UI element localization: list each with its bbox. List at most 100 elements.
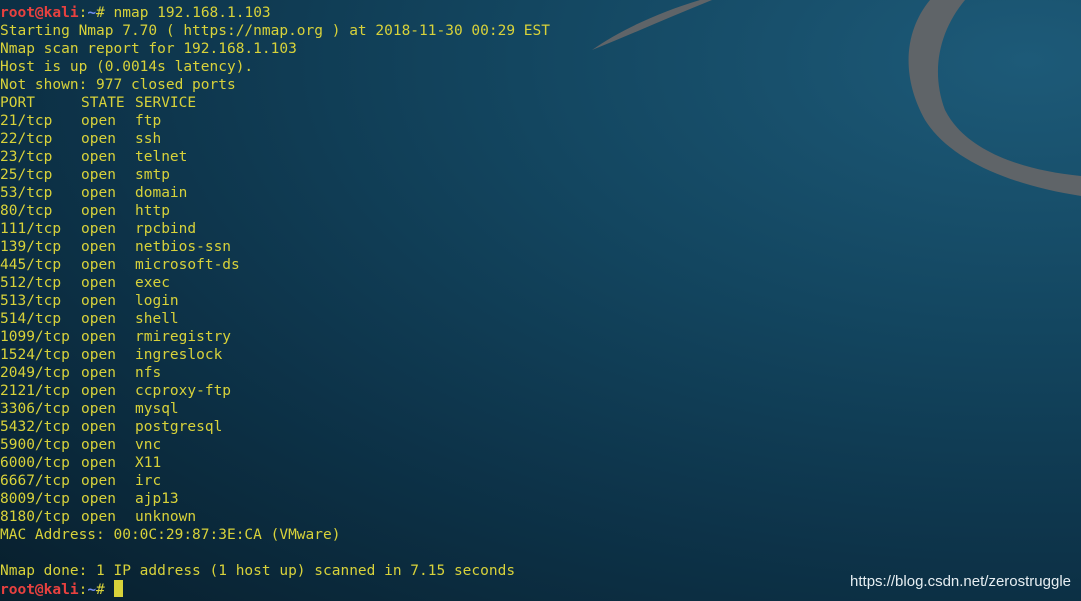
- state-cell: open: [81, 365, 116, 381]
- port-cell: 514/tcp: [0, 311, 62, 327]
- port-row: 512/tcp open exec: [0, 274, 1081, 292]
- port-cell: 6000/tcp: [0, 455, 70, 471]
- command-text: nmap 192.168.1.103: [113, 5, 271, 21]
- port-row: 2049/tcp open nfs: [0, 364, 1081, 382]
- service-cell: ftp: [135, 113, 162, 129]
- state-cell: open: [81, 419, 116, 435]
- port-row: 22/tcp open ssh: [0, 130, 1081, 148]
- state-cell: open: [81, 149, 116, 165]
- prompt-separator: :: [78, 5, 88, 21]
- port-cell: 8180/tcp: [0, 509, 70, 525]
- port-row: 139/tcp open netbios-ssn: [0, 238, 1081, 256]
- port-row: 6000/tcp open X11: [0, 454, 1081, 472]
- prompt-symbol: #: [96, 5, 114, 21]
- service-cell: telnet: [135, 149, 188, 165]
- port-cell: 23/tcp: [0, 149, 53, 165]
- service-cell: smtp: [135, 167, 170, 183]
- service-cell: postgresql: [135, 419, 223, 435]
- prompt-symbol: #: [96, 582, 114, 598]
- port-cell: 6667/tcp: [0, 473, 70, 489]
- port-table-header: PORT STATE SERVICE: [0, 94, 1081, 112]
- terminal-window[interactable]: root@kali:~# nmap 192.168.1.103 Starting…: [0, 4, 1081, 601]
- port-cell: 22/tcp: [0, 131, 53, 147]
- port-cell: 445/tcp: [0, 257, 62, 273]
- service-cell: ccproxy-ftp: [135, 383, 232, 399]
- state-cell: open: [81, 329, 116, 345]
- port-row: 513/tcp open login: [0, 292, 1081, 310]
- port-cell: 5432/tcp: [0, 419, 70, 435]
- prompt-user-host: root@kali: [0, 582, 79, 598]
- port-row: 514/tcp open shell: [0, 310, 1081, 328]
- port-table: 21/tcp open ftp 22/tcp open ssh 23/tcp open te…: [0, 112, 1081, 526]
- state-cell: open: [81, 275, 116, 291]
- port-cell: 139/tcp: [0, 239, 62, 255]
- watermark-url: https://blog.csdn.net/zerostruggle: [850, 573, 1071, 590]
- port-row: 1099/tcp open rmiregistry: [0, 328, 1081, 346]
- state-cell: open: [81, 311, 116, 327]
- port-row: 3306/tcp open mysql: [0, 400, 1081, 418]
- port-row: 25/tcp open smtp: [0, 166, 1081, 184]
- state-cell: open: [81, 509, 116, 525]
- output-line-start: Starting Nmap 7.70 ( https://nmap.org ) …: [0, 23, 550, 39]
- port-cell: 512/tcp: [0, 275, 62, 291]
- port-row: 23/tcp open telnet: [0, 148, 1081, 166]
- service-cell: ingreslock: [135, 347, 223, 363]
- command-line: root@kali:~# nmap 192.168.1.103: [0, 4, 1081, 22]
- state-cell: open: [81, 167, 116, 183]
- service-cell: ajp13: [135, 491, 179, 507]
- service-cell: vnc: [135, 437, 162, 453]
- output-line-host-up: Host is up (0.0014s latency).: [0, 59, 254, 75]
- service-cell: X11: [135, 455, 162, 471]
- port-row: 21/tcp open ftp: [0, 112, 1081, 130]
- prompt-user-host: root@kali: [0, 5, 79, 21]
- port-row: 53/tcp open domain: [0, 184, 1081, 202]
- service-cell: http: [135, 203, 170, 219]
- output-line-not-shown: Not shown: 977 closed ports: [0, 77, 236, 93]
- service-cell: irc: [135, 473, 162, 489]
- header-port: PORT: [0, 95, 35, 111]
- service-cell: mysql: [135, 401, 179, 417]
- state-cell: open: [81, 113, 116, 129]
- state-cell: open: [81, 491, 116, 507]
- port-row: 5900/tcp open vnc: [0, 436, 1081, 454]
- port-row: 111/tcp open rpcbind: [0, 220, 1081, 238]
- port-cell: 8009/tcp: [0, 491, 70, 507]
- mac-address-line: MAC Address: 00:0C:29:87:3E:CA (VMware): [0, 527, 341, 543]
- service-cell: shell: [135, 311, 179, 327]
- header-service: SERVICE: [135, 95, 197, 111]
- service-cell: rpcbind: [135, 221, 197, 237]
- state-cell: open: [81, 239, 116, 255]
- state-cell: open: [81, 293, 116, 309]
- port-cell: 80/tcp: [0, 203, 53, 219]
- service-cell: unknown: [135, 509, 197, 525]
- service-cell: ssh: [135, 131, 162, 147]
- state-cell: open: [81, 473, 116, 489]
- port-cell: 2121/tcp: [0, 383, 70, 399]
- port-row: 2121/tcp open ccproxy-ftp: [0, 382, 1081, 400]
- service-cell: netbios-ssn: [135, 239, 232, 255]
- text-cursor: [113, 580, 123, 597]
- header-state: STATE: [81, 95, 125, 111]
- port-cell: 25/tcp: [0, 167, 53, 183]
- state-cell: open: [81, 203, 116, 219]
- port-row: 5432/tcp open postgresql: [0, 418, 1081, 436]
- state-cell: open: [81, 221, 116, 237]
- service-cell: microsoft-ds: [135, 257, 240, 273]
- state-cell: open: [81, 437, 116, 453]
- port-cell: 111/tcp: [0, 221, 62, 237]
- state-cell: open: [81, 185, 116, 201]
- state-cell: open: [81, 131, 116, 147]
- port-cell: 2049/tcp: [0, 365, 70, 381]
- port-cell: 1099/tcp: [0, 329, 70, 345]
- state-cell: open: [81, 383, 116, 399]
- port-cell: 513/tcp: [0, 293, 62, 309]
- port-row: 445/tcp open microsoft-ds: [0, 256, 1081, 274]
- output-line-report: Nmap scan report for 192.168.1.103: [0, 41, 297, 57]
- port-cell: 3306/tcp: [0, 401, 70, 417]
- service-cell: nfs: [135, 365, 162, 381]
- service-cell: login: [135, 293, 179, 309]
- port-row: 8180/tcp open unknown: [0, 508, 1081, 526]
- port-cell: 21/tcp: [0, 113, 53, 129]
- port-row: 6667/tcp open irc: [0, 472, 1081, 490]
